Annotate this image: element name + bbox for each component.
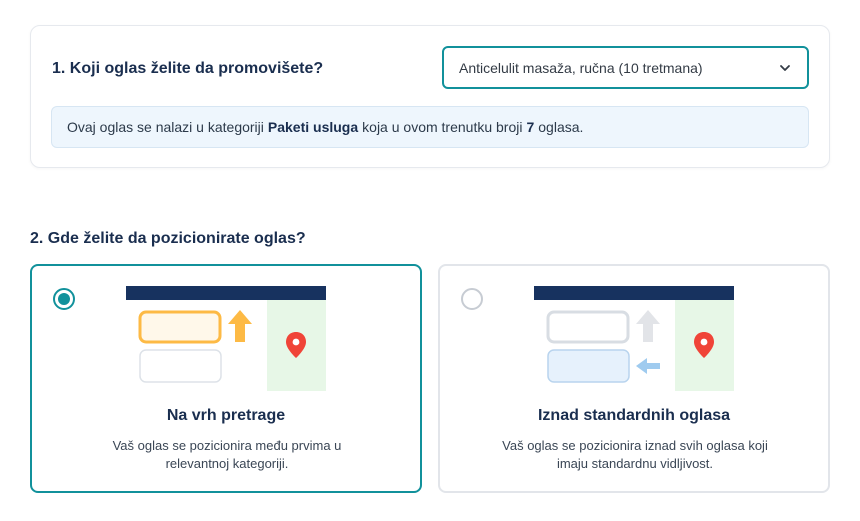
option-description: Vaš oglas se pozicionira iznad svih ogla… <box>502 438 768 471</box>
option-above-standard[interactable]: Iznad standardnih oglasa Vaš oglas se po… <box>438 264 830 493</box>
question-2-label: 2. Gde želite da pozicionirate oglas? <box>30 230 306 247</box>
info-category: Paketi usluga <box>267 119 359 135</box>
top-of-search-illustration <box>126 286 326 391</box>
category-info-box: Ovaj oglas se nalazi u kategoriji Paketi… <box>51 106 809 148</box>
radio-top-of-search[interactable] <box>53 288 75 310</box>
chevron-down-icon <box>780 64 790 71</box>
info-middle: koja u ovom trenutku broji <box>362 119 523 135</box>
ad-select-value: Anticelulit masaža, ručna (10 tretmana) <box>459 59 703 76</box>
option-title: Na vrh pretrage <box>166 407 286 424</box>
option-top-of-search[interactable]: Na vrh pretrage Vaš oglas se pozicionira… <box>30 264 422 493</box>
question-1-label: 1. Koji oglas želite da promovišete? <box>52 60 324 77</box>
info-suffix: oglasa. <box>538 119 584 135</box>
ad-select-card: 1. Koji oglas želite da promovišete? Ant… <box>30 25 830 168</box>
above-standard-illustration <box>534 286 734 391</box>
info-count: 7 <box>526 119 535 135</box>
info-prefix: Ovaj oglas se nalazi u kategoriji <box>67 119 264 135</box>
radio-above-standard[interactable] <box>461 288 483 310</box>
option-description: Vaš oglas se pozicionira među prvima u r… <box>112 438 342 471</box>
ad-select-dropdown[interactable]: Anticelulit masaža, ručna (10 tretmana) <box>442 46 809 89</box>
option-title: Iznad standardnih oglasa <box>537 407 731 424</box>
